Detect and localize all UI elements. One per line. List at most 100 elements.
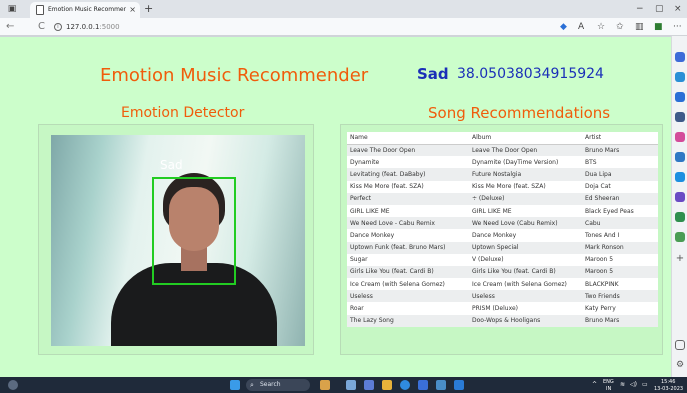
tray-overflow-icon[interactable]: ^	[592, 382, 597, 388]
new-tab-button[interactable]: +	[144, 2, 153, 16]
table-row: Roar PRISM (Deluxe) Katy Perry	[347, 302, 658, 315]
cell-artist: Dua Lipa	[582, 168, 658, 181]
song-recommendations-panel: Name Album Artist Leave The Door Open Lea…	[340, 124, 663, 355]
back-button[interactable]: ←	[6, 20, 14, 34]
more-menu-button[interactable]: ···	[673, 21, 682, 33]
tab-close-button[interactable]: ×	[129, 4, 136, 16]
cell-album: ÷ (Deluxe)	[469, 192, 582, 205]
windows-start-icon[interactable]	[230, 380, 240, 390]
battery-icon[interactable]: ▭	[642, 382, 648, 388]
edge-browser-icon[interactable]	[400, 380, 410, 390]
cell-artist: Two Friends	[582, 290, 658, 303]
cell-name: Levitating (feat. DaBaby)	[347, 168, 469, 181]
taskbar-app-2-icon[interactable]	[346, 380, 356, 390]
taskbar-app-3-icon[interactable]	[364, 380, 374, 390]
url-host: 127.0.0.1	[66, 23, 100, 31]
taskbar-search[interactable]: ⌕ Search	[246, 379, 310, 391]
cell-album: Dance Monkey	[469, 229, 582, 242]
gear-icon[interactable]: ⚙	[675, 360, 685, 370]
sidebar-tree-icon[interactable]	[675, 212, 685, 222]
cell-album: Useless	[469, 290, 582, 303]
favorites-icon[interactable]: ✩	[616, 21, 624, 33]
tab-actions-icon[interactable]: ▣	[6, 3, 18, 15]
browser-tab[interactable]: Emotion Music Recommendatio ×	[30, 2, 140, 18]
table-row: Leave The Door Open Leave The Door Open Br…	[347, 144, 658, 157]
cell-album: Kiss Me More (feat. SZA)	[469, 180, 582, 193]
sidebar-outlook-icon[interactable]	[675, 172, 685, 182]
cell-album: Doo-Wops & Hooligans	[469, 314, 582, 327]
cell-name: Roar	[347, 302, 469, 315]
cell-artist: Ed Sheeran	[582, 192, 658, 205]
table-row: We Need Love - Cabu Remix We Need Love (C…	[347, 217, 658, 230]
address-bar-row: ← C i 127.0.0.1:5000 ◆ A ☆ ✩ ▥ ■ ···	[0, 18, 687, 36]
extension-icon[interactable]: ◆	[560, 21, 567, 33]
sidebar-tools-icon[interactable]	[675, 112, 685, 122]
table-row: GIRL LIKE ME GIRL LIKE ME Black Eyed Peas	[347, 204, 658, 218]
table-row: Useless Useless Two Friends	[347, 290, 658, 303]
detected-emotion: Sad	[417, 65, 449, 83]
sidebar-add-icon[interactable]: +	[675, 254, 685, 264]
table-header-row: Name Album Artist	[347, 132, 658, 145]
cell-name: Ice Cream (with Selena Gomez)	[347, 278, 469, 291]
table-row: Ice Cream (with Selena Gomez) Ice Cream (…	[347, 278, 658, 291]
tab-page-icon	[36, 5, 44, 15]
sidebar-discover-icon[interactable]	[675, 72, 685, 82]
file-explorer-icon[interactable]	[382, 380, 392, 390]
speaker-icon[interactable]: ◁)	[630, 382, 637, 388]
cell-name: We Need Love - Cabu Remix	[347, 217, 469, 230]
sidebar-games-icon[interactable]	[675, 132, 685, 142]
wifi-icon[interactable]: ≋	[620, 382, 625, 388]
cell-album: Dynamite (DayTime Version)	[469, 156, 582, 169]
sidebar-designer-icon[interactable]	[675, 192, 685, 202]
taskbar-app-1-icon[interactable]	[320, 380, 330, 390]
vscode-icon[interactable]	[454, 380, 464, 390]
cell-name: GIRL LIKE ME	[347, 204, 469, 218]
table-row: Girls Like You (feat. Cardi B) Girls Like…	[347, 265, 658, 279]
cell-artist: Mark Ronson	[582, 241, 658, 254]
clock-date[interactable]: 13-03-2023	[654, 386, 683, 392]
sidebar-search-icon[interactable]	[675, 52, 685, 62]
cell-artist: BLACKPINK	[582, 278, 658, 291]
favorite-add-icon[interactable]: ☆	[597, 21, 605, 33]
cell-album: Future Nostalgia	[469, 168, 582, 181]
table-row: Perfect ÷ (Deluxe) Ed Sheeran	[347, 192, 658, 205]
collections-icon[interactable]: ▥	[635, 21, 644, 33]
cell-artist: Maroon 5	[582, 265, 658, 279]
cell-artist: Tones And I	[582, 229, 658, 242]
lang-bottom[interactable]: IN	[606, 386, 611, 392]
clock-time[interactable]: 15:46	[661, 379, 675, 385]
table-row: Kiss Me More (feat. SZA) Kiss Me More (fe…	[347, 180, 658, 193]
cell-album: Leave The Door Open	[469, 144, 582, 157]
store-icon[interactable]	[418, 380, 428, 390]
profile-icon[interactable]: ■	[654, 21, 663, 33]
taskbar-search-label: Search	[260, 381, 281, 388]
table-row: Uptown Funk (feat. Bruno Mars) Uptown Spe…	[347, 241, 658, 254]
table-row: Dance Monkey Dance Monkey Tones And I	[347, 229, 658, 242]
cell-artist: Black Eyed Peas	[582, 204, 658, 218]
read-aloud-icon[interactable]: A	[578, 21, 584, 33]
url-field[interactable]: 127.0.0.1:5000	[66, 21, 120, 33]
cell-album: GIRL LIKE ME	[469, 204, 582, 218]
column-header-artist: Artist	[582, 132, 658, 145]
sidebar-app-icon[interactable]	[675, 232, 685, 242]
widgets-icon[interactable]	[8, 380, 18, 390]
close-window-button[interactable]: ×	[674, 2, 682, 16]
cell-artist: Cabu	[582, 217, 658, 230]
mail-icon[interactable]	[436, 380, 446, 390]
lang-top[interactable]: ENG	[603, 379, 614, 385]
cell-name: Dynamite	[347, 156, 469, 169]
column-header-name: Name	[347, 132, 469, 145]
cell-name: Perfect	[347, 192, 469, 205]
webcam-feed: Sad	[51, 135, 305, 346]
cell-album: We Need Love (Cabu Remix)	[469, 217, 582, 230]
sidebar-extension-icon[interactable]	[675, 92, 685, 102]
site-info-icon[interactable]: i	[54, 23, 62, 31]
minimize-button[interactable]: −	[636, 2, 644, 16]
sidebar-office-icon[interactable]	[675, 152, 685, 162]
song-recommendations-heading: Song Recommendations	[428, 104, 611, 122]
restore-button[interactable]: ▢	[655, 2, 664, 16]
sidebar-layout-icon[interactable]	[675, 340, 685, 350]
reload-button[interactable]: C	[38, 20, 45, 34]
search-icon: ⌕	[250, 381, 254, 389]
cell-name: Dance Monkey	[347, 229, 469, 242]
